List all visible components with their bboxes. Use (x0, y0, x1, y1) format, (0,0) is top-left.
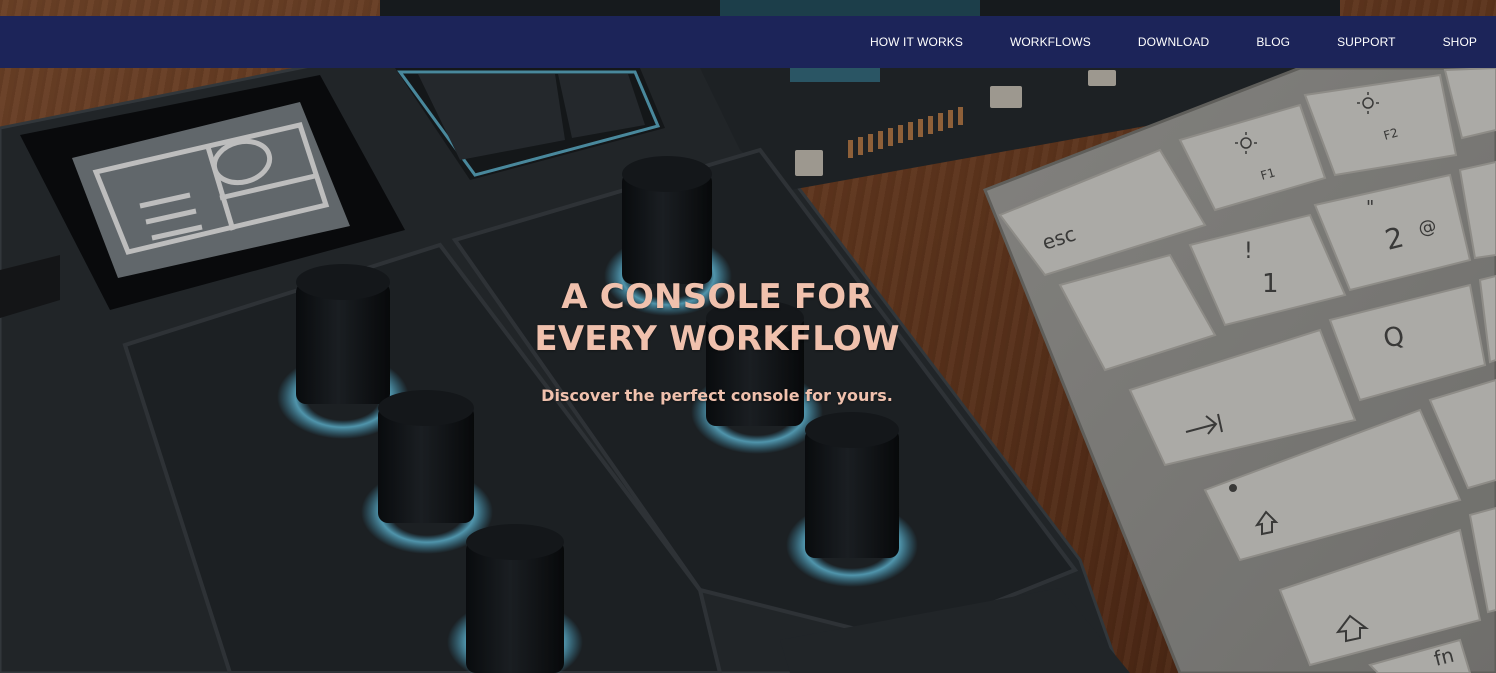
nav-blog[interactable]: BLOG (1229, 16, 1310, 68)
nav-workflows[interactable]: WORKFLOWS (983, 16, 1111, 68)
hero-headline-line2: EVERY WORKFLOW (534, 319, 900, 359)
nav-support[interactable]: SUPPORT (1310, 16, 1416, 68)
hero-subtitle: Discover the perfect console for yours. (541, 386, 893, 405)
nav-download[interactable]: DOWNLOAD (1111, 16, 1229, 68)
hero-headline-line1: A CONSOLE FOR (561, 277, 873, 317)
top-navigation-bar: HOW IT WORKS WORKFLOWS DOWNLOAD BLOG SUP… (0, 16, 1496, 68)
main-nav: HOW IT WORKS WORKFLOWS DOWNLOAD BLOG SUP… (843, 16, 1496, 68)
nav-how-it-works[interactable]: HOW IT WORKS (843, 16, 983, 68)
hero-headline: A CONSOLE FOR EVERY WORKFLOW (530, 276, 904, 360)
nav-shop[interactable]: SHOP (1416, 16, 1496, 68)
